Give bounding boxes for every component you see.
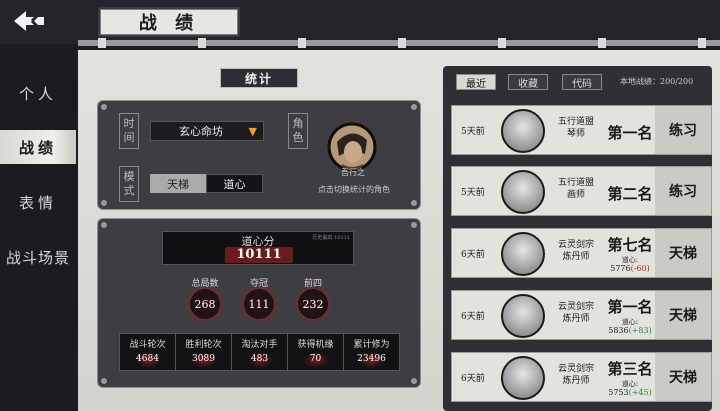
sidebar-item-personal[interactable]: 个人	[0, 76, 76, 110]
decorative-rail	[78, 38, 720, 48]
record-item[interactable]: 5天前 五行道盟 琴师 第一名 练习	[451, 105, 712, 155]
stats-cell-eliminated: 淘汰对手 483	[232, 334, 288, 370]
time-label: 时间	[119, 113, 139, 149]
stats-cell-cultivation: 累计修为 23496	[344, 334, 399, 370]
record-item[interactable]: 6天前 云灵剑宗 炼丹师 第三名 道心: 5753(+45) 天梯	[451, 352, 712, 402]
role-label: 角色	[288, 113, 308, 149]
mode-option-daoxin[interactable]: 道心	[206, 174, 263, 193]
total-games-value: 268	[188, 287, 222, 321]
dao-score-highlight: 10111	[225, 247, 293, 263]
back-arrow-icon[interactable]	[10, 6, 50, 36]
character-name: 吾行之	[341, 168, 365, 177]
mode-option-ladder[interactable]: 天梯	[150, 174, 206, 193]
tab-recent[interactable]: 最近	[456, 74, 496, 90]
character-hint: 点击切换统计的角色	[318, 185, 390, 194]
page-title: 战 绩	[100, 9, 238, 35]
top-four-value: 232	[296, 287, 330, 321]
avatar	[501, 232, 545, 276]
stats-cell-battle-rounds: 战斗轮次 4684	[120, 334, 176, 370]
stats-table: 战斗轮次 4684 胜利轮次 3089 淘汰对手 483 获得机缘 70 累计修为 234…	[119, 333, 400, 371]
mode-label: 模式	[119, 166, 139, 202]
stats-cell-winning-rounds: 胜利轮次 3089	[176, 334, 232, 370]
champion-value: 111	[242, 287, 276, 321]
sidebar-item-records[interactable]: 战绩	[0, 130, 76, 164]
record-item[interactable]: 6天前 云灵剑宗 炼丹师 第七名 道心: 5776(-60) 天梯	[451, 228, 712, 278]
top-bar: 战 绩	[0, 0, 720, 48]
avatar	[501, 170, 545, 214]
record-item[interactable]: 6天前 云灵剑宗 炼丹师 第一名 道心: 5836(+83) 天梯	[451, 290, 712, 340]
tab-statistics[interactable]: 统计	[220, 68, 298, 88]
avatar	[501, 294, 545, 338]
dao-score-bar: 道心分 历史最高:10111 10111	[162, 231, 354, 265]
record-item[interactable]: 5天前 五行道盟 画师 第二名 练习	[451, 166, 712, 216]
avatar	[501, 356, 545, 400]
character-avatar[interactable]	[327, 122, 377, 172]
dao-score-value: 10111	[236, 247, 282, 262]
time-dropdown[interactable]: 玄心命坊 ▼	[150, 121, 264, 141]
time-dropdown-value: 玄心命坊	[179, 125, 223, 138]
stats-cell-opportunities: 获得机缘 70	[288, 334, 344, 370]
tab-code[interactable]: 代码	[562, 74, 602, 90]
sidebar-item-battle-scene[interactable]: 战斗场景	[0, 240, 76, 274]
sidebar-item-emotes[interactable]: 表情	[0, 185, 76, 219]
avatar	[501, 109, 545, 153]
dao-score-note: 历史最高:10111	[312, 235, 350, 241]
tab-favorites[interactable]: 收藏	[508, 74, 548, 90]
local-record-count: 本地战绩：200/200	[620, 77, 694, 86]
chevron-down-icon: ▼	[248, 125, 257, 138]
sidebar: 个人 战绩 表情 战斗场景	[0, 44, 76, 411]
